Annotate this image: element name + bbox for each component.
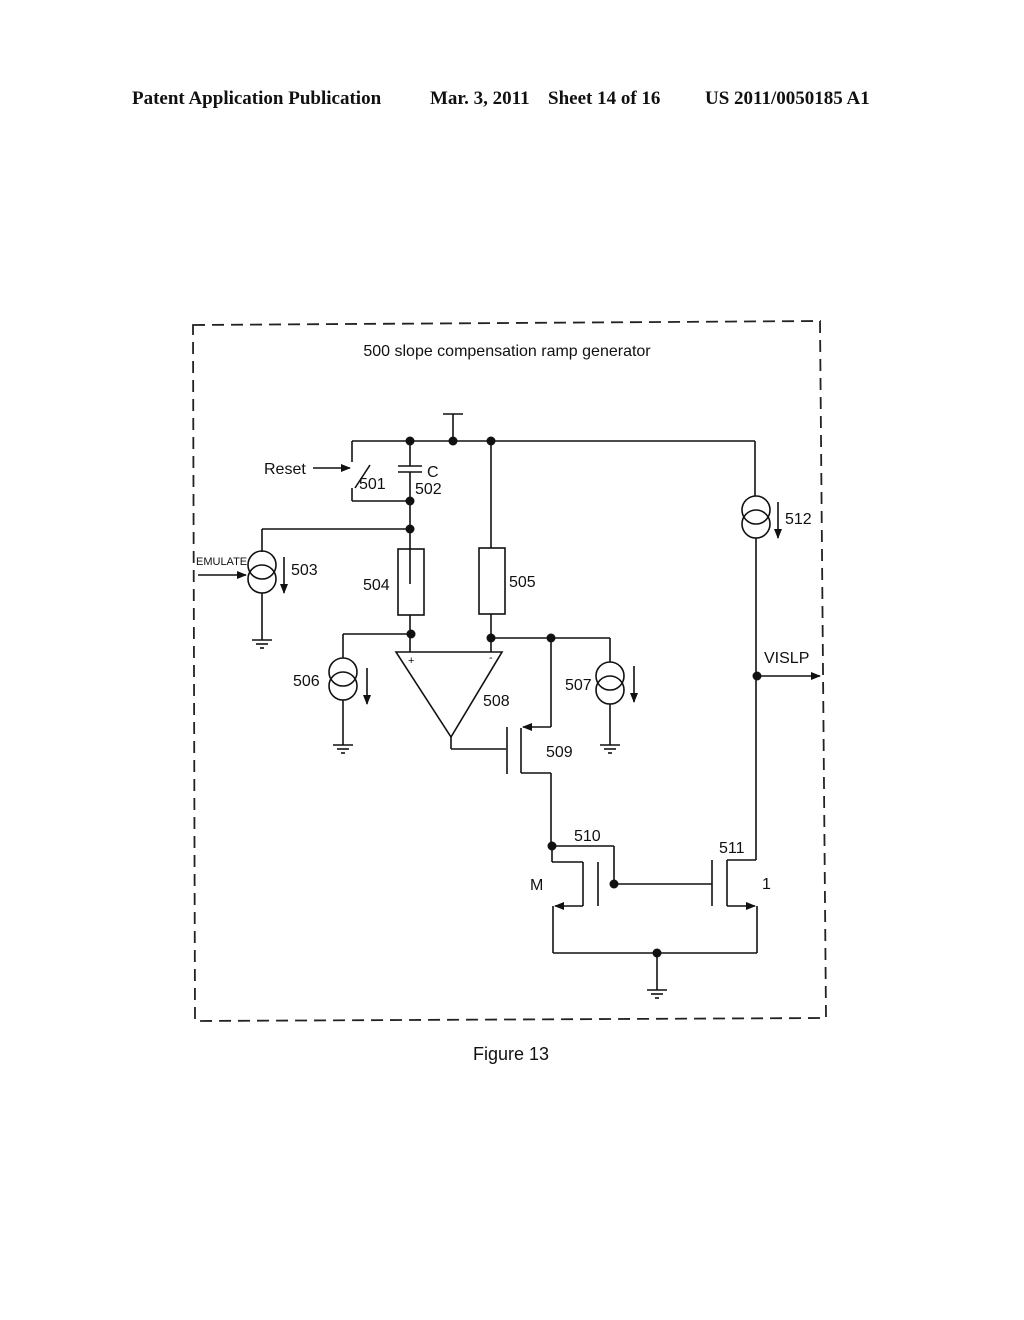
emulate-input-label: EMULATE bbox=[196, 556, 247, 568]
vislp-output-label: VISLP bbox=[764, 650, 809, 667]
supply-rail bbox=[352, 413, 756, 496]
mirror-ratio-m-label: M bbox=[530, 877, 543, 894]
inverting-input-label: - bbox=[489, 652, 493, 664]
mirror-ratio-1-label: 1 bbox=[762, 876, 771, 893]
block-boundary bbox=[192, 320, 827, 1022]
source-506-label: 506 bbox=[293, 673, 320, 690]
resistor-504 bbox=[397, 548, 425, 652]
non-inverting-input-label: + bbox=[408, 655, 414, 667]
transistor-510 bbox=[551, 845, 619, 953]
block-title: 500 slope compensation ramp generator bbox=[363, 343, 651, 360]
current-source-507 bbox=[595, 638, 638, 754]
circuit-schematic: 500 slope compensation ramp generator Re… bbox=[192, 320, 827, 1064]
amp-508-label: 508 bbox=[483, 693, 510, 710]
transistor-509-label: 509 bbox=[546, 744, 573, 761]
transistor-511-label: 511 bbox=[719, 840, 745, 857]
source-507-label: 507 bbox=[565, 677, 592, 694]
resistor-505-label: 505 bbox=[509, 574, 536, 591]
ground-bus bbox=[553, 948, 757, 999]
capacitor-name-label: C bbox=[427, 464, 439, 481]
figure-caption: Figure 13 bbox=[473, 1044, 549, 1064]
transistor-511 bbox=[711, 859, 758, 953]
reset-label: Reset bbox=[264, 461, 306, 478]
vislp-output bbox=[752, 671, 821, 681]
resistor-505 bbox=[478, 441, 506, 652]
capacitor-502-label: 502 bbox=[415, 481, 442, 498]
transistor-510-label: 510 bbox=[574, 828, 601, 845]
switch-501-label: 501 bbox=[359, 476, 386, 493]
source-512-label: 512 bbox=[785, 511, 812, 528]
source-503-label: 503 bbox=[291, 562, 318, 579]
resistor-504-label: 504 bbox=[363, 577, 390, 594]
capacitor-502 bbox=[398, 441, 422, 584]
